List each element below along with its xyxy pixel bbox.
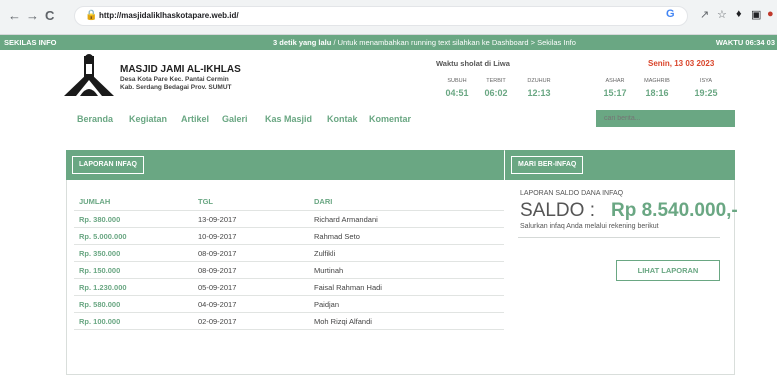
cell-tgl: 02-09-2017 xyxy=(198,317,237,326)
cell-tgl: 04-09-2017 xyxy=(198,300,237,309)
table-row: Rp. 100.000 02-09-2017 Moh Rizqi Alfandi xyxy=(74,312,504,329)
cell-tgl: 08-09-2017 xyxy=(198,249,237,258)
table-row: Rp. 350.000 08-09-2017 Zulfikli xyxy=(74,244,504,261)
cell-dari: Zulfikli xyxy=(314,249,336,258)
lihat-laporan-button[interactable]: LIHAT LAPORAN xyxy=(616,260,720,281)
running-text: 3 detik yang lalu / Untuk menambahkan ru… xyxy=(273,35,576,50)
prayer-time-subuh: 04:51 xyxy=(445,88,469,98)
url-text: http://masjidaliklhaskotapare.web.id/ xyxy=(99,11,239,20)
column-header-jumlah: JUMLAH xyxy=(79,197,111,206)
extensions-icon[interactable]: ♦ xyxy=(736,8,742,20)
address-bar[interactable]: 🔒 http://masjidaliklhaskotapare.web.id/ xyxy=(74,6,688,26)
laporan-infaq-button[interactable]: LAPORAN INFAQ xyxy=(72,156,144,174)
bookmark-star-icon[interactable]: ☆ xyxy=(717,8,727,21)
laporan-infaq-header: LAPORAN INFAQ xyxy=(66,150,504,180)
prayer-time-isya: 19:25 xyxy=(694,88,718,98)
cell-jumlah: Rp. 1.230.000 xyxy=(79,283,127,292)
prayer-label-terbit: TERBIT xyxy=(486,78,506,84)
clock-text: WAKTU 06:34 03 xyxy=(715,38,775,47)
prayer-label-dzuhur: DZUHUR xyxy=(527,78,551,84)
google-lens-icon[interactable]: G xyxy=(666,8,675,20)
prayer-times-title: Waktu sholat di Liwa xyxy=(436,59,510,68)
saldo-key: SALDO : xyxy=(520,200,595,221)
cell-dari: Murtinah xyxy=(314,266,344,275)
cell-jumlah: Rp. 580.000 xyxy=(79,300,121,309)
site-name[interactable]: MASJID JAMI AL-IKHLAS xyxy=(120,64,241,75)
table-row: Rp. 380.000 13-09-2017 Richard Armandani xyxy=(74,210,504,227)
cell-dari: Rahmad Seto xyxy=(314,232,360,241)
menu-kas-masjid[interactable]: Kas Masjid xyxy=(265,114,312,124)
saldo-divider xyxy=(518,237,720,238)
running-text-message: / Untuk menambahkan running text silahka… xyxy=(331,38,576,47)
cell-jumlah: Rp. 150.000 xyxy=(79,266,121,275)
infaq-header: MARI BER-INFAQ xyxy=(505,150,735,180)
table-row: Rp. 580.000 04-09-2017 Paidjan xyxy=(74,295,504,312)
prayer-time-dzuhur: 12:13 xyxy=(527,88,551,98)
cell-jumlah: Rp. 380.000 xyxy=(79,215,121,224)
table-row: Rp. 1.230.000 05-09-2017 Faisal Rahman H… xyxy=(74,278,504,295)
cell-jumlah: Rp. 5.000.000 xyxy=(79,232,127,241)
menu-artikel[interactable]: Artikel xyxy=(181,114,209,124)
saldo-note: Salurkan infaq Anda melalui rekening ber… xyxy=(520,223,659,230)
current-date: Senin, 13 03 2023 xyxy=(648,59,715,68)
profile-icon[interactable]: ● xyxy=(767,8,774,20)
column-header-dari: DARI xyxy=(314,197,333,206)
prayer-time-ashar: 15:17 xyxy=(603,88,627,98)
search-input[interactable] xyxy=(596,110,735,127)
cell-dari: Moh Rizqi Alfandi xyxy=(314,317,372,326)
cell-tgl: 13-09-2017 xyxy=(198,215,237,224)
forward-icon[interactable]: → xyxy=(26,9,39,23)
cell-tgl: 05-09-2017 xyxy=(198,283,237,292)
menu-galeri[interactable]: Galeri xyxy=(222,114,248,124)
table-row: Rp. 150.000 08-09-2017 Murtinah xyxy=(74,261,504,278)
cell-dari: Richard Armandani xyxy=(314,215,378,224)
cell-tgl: 08-09-2017 xyxy=(198,266,237,275)
prayer-time-terbit: 06:02 xyxy=(484,88,508,98)
cell-jumlah: Rp. 350.000 xyxy=(79,249,121,258)
cell-jumlah: Rp. 100.000 xyxy=(79,317,121,326)
browser-toolbar: ← → C 🔒 http://masjidaliklhaskotapare.we… xyxy=(0,0,777,35)
site-address-line2: Kab. Serdang Bedagai Prov. SUMUT xyxy=(120,84,232,91)
saldo-label: LAPORAN SALDO DANA INFAQ xyxy=(520,190,624,197)
prayer-time-maghrib: 18:16 xyxy=(645,88,669,98)
lock-icon: 🔒 xyxy=(85,10,98,21)
reload-icon[interactable]: C xyxy=(45,9,54,23)
prayer-label-maghrib: MAGHRIB xyxy=(644,78,670,84)
menu-kegiatan[interactable]: Kegiatan xyxy=(129,114,167,124)
menu-komentar[interactable]: Komentar xyxy=(369,114,411,124)
running-text-time: 3 detik yang lalu xyxy=(273,38,332,47)
side-panel-icon[interactable]: ▣ xyxy=(751,8,761,21)
prayer-label-subuh: SUBUH xyxy=(447,78,467,84)
share-icon[interactable]: ↗ xyxy=(700,8,709,21)
menu-beranda[interactable]: Beranda xyxy=(77,114,113,124)
cell-tgl: 10-09-2017 xyxy=(198,232,237,241)
sekilas-info-label: SEKILAS INFO xyxy=(4,38,57,47)
prayer-label-ashar: ASHAR xyxy=(605,78,625,84)
back-icon[interactable]: ← xyxy=(8,9,21,23)
column-header-tgl: TGL xyxy=(198,197,213,206)
table-bottom-divider xyxy=(74,329,504,330)
saldo-value: Rp 8.540.000,- xyxy=(611,200,738,221)
mosque-logo-icon[interactable] xyxy=(64,54,114,96)
menu-kontak[interactable]: Kontak xyxy=(327,114,358,124)
table-row: Rp. 5.000.000 10-09-2017 Rahmad Seto xyxy=(74,227,504,244)
cell-dari: Faisal Rahman Hadi xyxy=(314,283,382,292)
cell-dari: Paidjan xyxy=(314,300,340,309)
prayer-label-isya: ISYA xyxy=(699,78,713,84)
site-address-line1: Desa Kota Pare Kec. Pantai Cermin xyxy=(120,76,229,83)
mari-ber-infaq-button[interactable]: MARI BER-INFAQ xyxy=(511,156,584,174)
sekilas-info-bar: SEKILAS INFO 3 detik yang lalu / Untuk m… xyxy=(0,35,777,50)
